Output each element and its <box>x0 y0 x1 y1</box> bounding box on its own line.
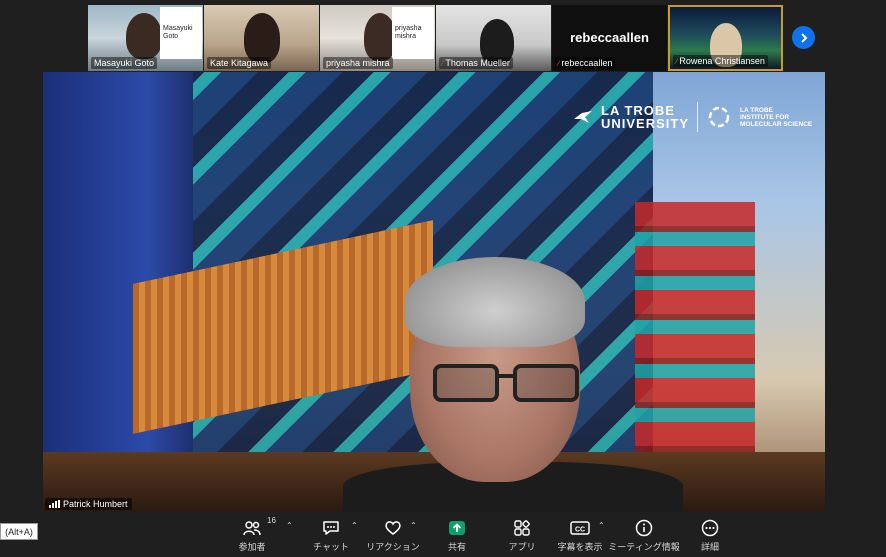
reaction-button[interactable]: リアクション ⌃ <box>363 518 423 553</box>
participant-name: Kate Kitagawa <box>207 57 272 69</box>
more-icon <box>701 519 719 537</box>
participant-name: ∕ Thomas Mueller <box>439 57 513 69</box>
mic-muted-icon: ∕ <box>442 58 444 68</box>
participant-tile[interactable]: Masayuki Goto Masayuki Goto <box>88 5 203 71</box>
chat-button[interactable]: チャット ⌃ <box>301 518 361 553</box>
signal-strength-icon <box>49 500 60 508</box>
shared-slide-thumbnail: priyasha mishra <box>392 7 434 59</box>
shared-slide-thumbnail: Masayuki Goto <box>160 7 202 59</box>
institute-hexagon-icon <box>708 106 730 128</box>
mic-muted-icon: ∕ <box>558 58 560 68</box>
shortcut-tooltip: (Alt+A) <box>0 523 38 540</box>
cc-icon: CC <box>570 521 590 535</box>
svg-text:CC: CC <box>575 527 585 534</box>
participants-caret-icon[interactable]: ⌃ <box>286 521 293 530</box>
captions-button[interactable]: CC 字幕を表示 ⌃ <box>550 518 610 553</box>
participant-name: ∕ Rowena Christiansen <box>673 55 768 67</box>
participants-icon <box>243 521 261 536</box>
la-trobe-bird-icon <box>574 111 592 123</box>
speaker-hair <box>405 257 585 347</box>
apps-button[interactable]: アプリ <box>492 518 552 553</box>
participant-name: ∕ rebeccaallen <box>555 57 616 69</box>
participants-button[interactable]: 16 参加者 ⌃ <box>222 516 292 553</box>
chat-icon <box>323 521 339 535</box>
participant-name: priyasha mishra <box>323 57 393 69</box>
participant-name: Masayuki Goto <box>91 57 158 69</box>
participant-tile[interactable]: ∕ Thomas Mueller <box>436 5 551 71</box>
participant-tile[interactable]: priyasha mishra priyasha mishra <box>320 5 435 71</box>
share-icon <box>449 521 465 535</box>
speaker-name-label: Patrick Humbert <box>45 498 132 510</box>
participants-count: 16 <box>267 516 276 525</box>
la-trobe-logo: LA TROBE UNIVERSITY LA TROBE INSTITUTE FOR… <box>573 102 812 132</box>
reaction-caret-icon[interactable]: ⌃ <box>410 521 417 530</box>
mic-muted-icon: ∕ <box>676 56 678 66</box>
info-icon <box>635 519 653 537</box>
participant-tile[interactable]: Kate Kitagawa <box>204 5 319 71</box>
apps-icon <box>514 520 530 536</box>
meeting-toolbar: 16 参加者 ⌃ チャット ⌃ リアクション ⌃ 共有 アプリ CC 字幕を表示 <box>0 512 886 557</box>
captions-caret-icon[interactable]: ⌃ <box>598 521 605 530</box>
chat-caret-icon[interactable]: ⌃ <box>351 521 358 530</box>
participant-strip: Masayuki Goto Masayuki Goto Kate Kitagaw… <box>88 5 783 71</box>
meeting-info-button[interactable]: ミーティング情報 <box>608 518 680 553</box>
heart-icon <box>385 521 401 535</box>
participant-video <box>244 13 280 63</box>
participant-tile[interactable]: ∕ Rowena Christiansen <box>668 5 783 71</box>
chevron-right-icon <box>800 32 807 43</box>
share-button[interactable]: 共有 <box>427 518 487 553</box>
participant-display-name: rebeccaallen <box>570 30 649 45</box>
participant-video <box>126 13 162 59</box>
speaker-glasses <box>433 364 579 402</box>
more-button[interactable]: 詳細 <box>680 518 740 553</box>
next-page-button[interactable] <box>792 26 815 49</box>
main-speaker-video: LA TROBE UNIVERSITY LA TROBE INSTITUTE FOR… <box>43 72 825 512</box>
participant-tile[interactable]: rebeccaallen ∕ rebeccaallen <box>552 5 667 71</box>
